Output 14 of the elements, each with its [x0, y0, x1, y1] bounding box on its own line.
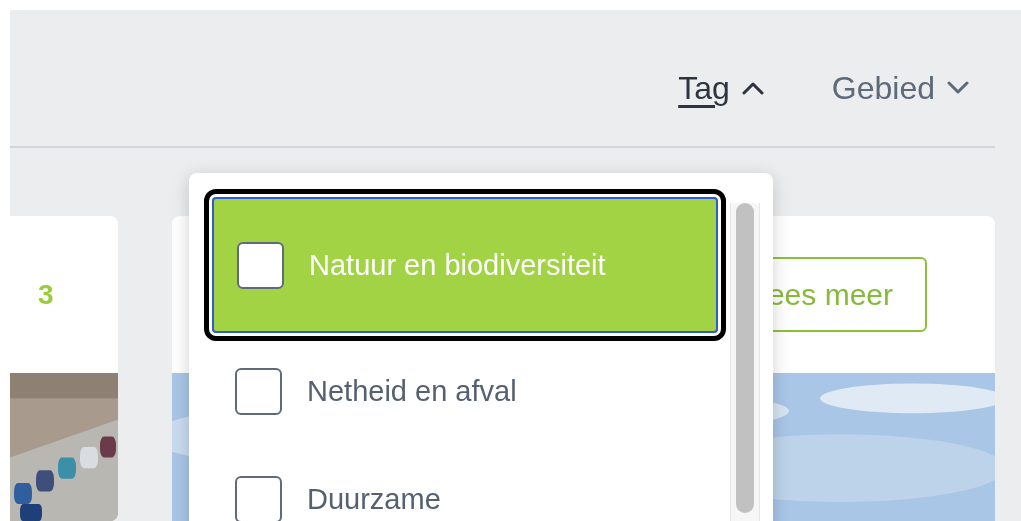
checkbox[interactable]: [235, 475, 282, 521]
filter-dropdown[interactable]: Tag: [678, 64, 764, 112]
chevron-up-icon: [741, 81, 764, 95]
checkbox[interactable]: [237, 241, 284, 289]
checkbox[interactable]: [235, 367, 282, 415]
option-label: Duurzame: [307, 482, 441, 517]
dropdown-option[interactable]: Netheid en afval: [212, 341, 718, 441]
card-number: 3: [38, 277, 54, 312]
filter-dropdown[interactable]: Gebied: [831, 64, 969, 112]
scrollbar-thumb[interactable]: [736, 203, 754, 513]
option-label: Natuur en biodiversiteit: [309, 248, 606, 283]
option-label: Netheid en afval: [307, 374, 517, 409]
dropdown-option[interactable]: Duurzame: [212, 449, 718, 521]
chevron-down-icon: [947, 81, 969, 95]
